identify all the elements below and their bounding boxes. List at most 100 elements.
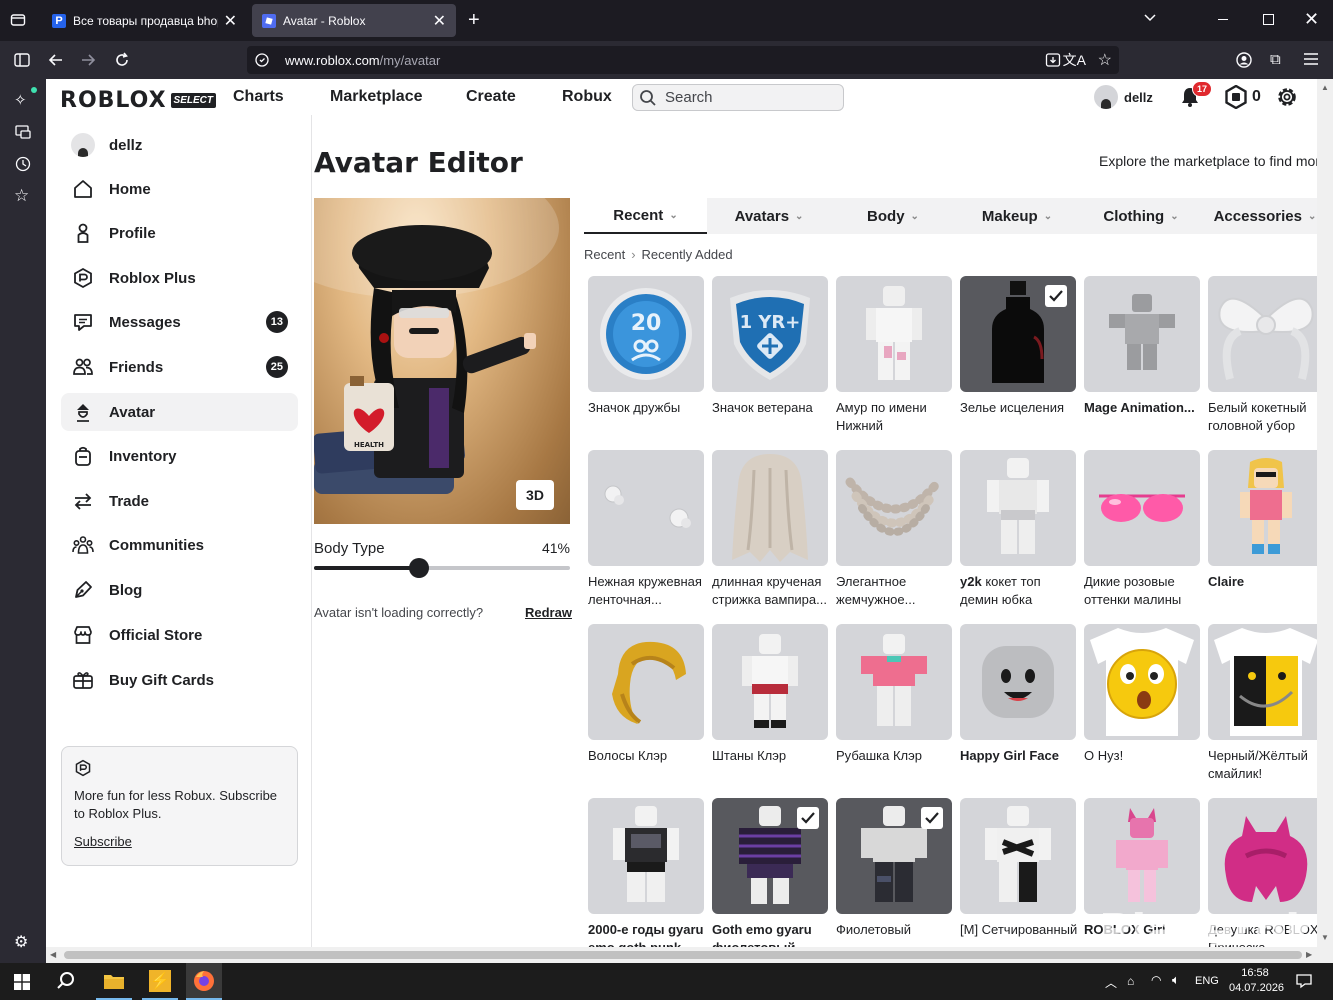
- item-card[interactable]: Амур по имени Нижний: [836, 276, 954, 435]
- equipped-checkmark-icon[interactable]: [921, 807, 943, 829]
- sidebar-item-messages[interactable]: Messages 13: [61, 303, 298, 341]
- firefox-icon[interactable]: [186, 963, 222, 1000]
- item-thumbnail[interactable]: [1208, 624, 1324, 740]
- avatar-preview[interactable]: HEALTH 3D: [314, 198, 570, 524]
- scroll-left-arrow-icon[interactable]: ◀: [50, 950, 56, 959]
- account-icon[interactable]: [1236, 52, 1252, 68]
- item-thumbnail[interactable]: [960, 276, 1076, 392]
- item-thumbnail[interactable]: [1084, 624, 1200, 740]
- redraw-link[interactable]: Redraw: [525, 605, 572, 620]
- sidebar-item-blog[interactable]: Blog: [61, 571, 298, 609]
- tab-body[interactable]: Body ⌄: [831, 198, 955, 234]
- robux-icon[interactable]: [1225, 85, 1247, 109]
- restore-icon[interactable]: [1263, 14, 1274, 25]
- scroll-down-arrow-icon[interactable]: ▼: [1321, 933, 1329, 942]
- sidebar-item-communities[interactable]: Communities: [61, 526, 298, 564]
- app-launcher-icon[interactable]: ⚡: [142, 963, 178, 1000]
- close-tab-icon[interactable]: ✕: [224, 11, 237, 31]
- item-thumbnail[interactable]: [836, 624, 952, 740]
- item-card[interactable]: Зелье исцеления: [960, 276, 1078, 435]
- breadcrumb-recent[interactable]: Recent: [584, 247, 625, 262]
- item-thumbnail[interactable]: [1208, 798, 1324, 914]
- scroll-thumb[interactable]: [64, 951, 1302, 959]
- item-card[interactable]: О Нуз!: [1084, 624, 1202, 783]
- item-thumbnail[interactable]: [712, 624, 828, 740]
- vertical-scrollbar[interactable]: ▲ ▼: [1317, 79, 1333, 947]
- sidebar-item-buy-gift-cards[interactable]: Buy Gift Cards: [61, 661, 298, 699]
- item-card[interactable]: Черный/Жёлтый смайлик!: [1208, 624, 1326, 783]
- 3d-view-button[interactable]: 3D: [516, 480, 554, 510]
- item-card[interactable]: 20 Значок дружбы: [588, 276, 706, 435]
- sidebar-toggle-icon[interactable]: [14, 53, 30, 67]
- search-icon[interactable]: [56, 971, 76, 991]
- item-card[interactable]: Волосы Клэр: [588, 624, 706, 783]
- item-thumbnail[interactable]: [836, 798, 952, 914]
- item-thumbnail[interactable]: [960, 798, 1076, 914]
- sidebar-item-official-store[interactable]: Official Store: [61, 616, 298, 654]
- history-icon[interactable]: [15, 156, 31, 172]
- reload-icon[interactable]: [114, 52, 130, 68]
- notification-center-icon[interactable]: [1296, 973, 1312, 989]
- user-menu[interactable]: dellz: [1094, 85, 1153, 109]
- sidebar-item-inventory[interactable]: Inventory: [61, 437, 298, 475]
- bookmark-star-icon[interactable]: ☆: [1098, 50, 1112, 70]
- bookmarks-icon[interactable]: ☆: [14, 186, 29, 206]
- menu-icon[interactable]: [1304, 53, 1318, 65]
- save-to-pocket-icon[interactable]: [1045, 52, 1061, 68]
- tab-avatars[interactable]: Avatars ⌄: [707, 198, 831, 234]
- item-card[interactable]: Рубашка Клэр: [836, 624, 954, 783]
- scroll-up-arrow-icon[interactable]: ▲: [1321, 83, 1329, 92]
- tab-makeup[interactable]: Makeup ⌄: [955, 198, 1079, 234]
- tab-accessories[interactable]: Accessories ⌄: [1203, 198, 1327, 234]
- translate-icon[interactable]: 文A: [1063, 50, 1086, 70]
- new-tab-icon[interactable]: +: [468, 9, 480, 32]
- item-card[interactable]: 1 YR+ Значок ветерана: [712, 276, 830, 435]
- item-thumbnail[interactable]: [588, 450, 704, 566]
- roblox-logo[interactable]: ROBLOX SELECT: [60, 88, 216, 113]
- customize-sidebar-gear-icon[interactable]: ⚙: [14, 932, 28, 952]
- nav-create[interactable]: Create: [466, 88, 516, 106]
- item-card[interactable]: Happy Girl Face: [960, 624, 1078, 783]
- item-card[interactable]: длинная крученая стрижка вампира...: [712, 450, 830, 609]
- item-card[interactable]: Фиолетовый: [836, 798, 954, 947]
- close-window-icon[interactable]: ✕: [1304, 9, 1319, 30]
- equipped-checkmark-icon[interactable]: [797, 807, 819, 829]
- item-thumbnail[interactable]: [1084, 798, 1200, 914]
- site-info-icon[interactable]: [255, 53, 269, 67]
- tray-overflow-chevron-icon[interactable]: ︿: [1105, 974, 1117, 991]
- item-thumbnail[interactable]: [1208, 450, 1324, 566]
- tab-list-icon[interactable]: [10, 12, 26, 28]
- item-card[interactable]: Штаны Клэр: [712, 624, 830, 783]
- scroll-right-arrow-icon[interactable]: ▶: [1306, 950, 1312, 959]
- settings-gear-icon[interactable]: [1275, 85, 1299, 109]
- nav-marketplace[interactable]: Marketplace: [330, 88, 423, 106]
- network-icon[interactable]: ⌂: [1127, 974, 1134, 988]
- body-type-slider[interactable]: [314, 558, 570, 578]
- browser-tab-1[interactable]: P Все товары продавца bhoppe ✕: [42, 4, 247, 37]
- minimize-icon[interactable]: [1218, 19, 1228, 20]
- item-card[interactable]: Элегантное жемчужное...: [836, 450, 954, 609]
- horizontal-scrollbar[interactable]: ◀ ▶: [46, 947, 1333, 963]
- search-input[interactable]: Search: [632, 84, 844, 111]
- nav-robux[interactable]: Robux: [562, 88, 612, 106]
- browser-tab-2[interactable]: Avatar - Roblox ✕: [252, 4, 456, 37]
- item-card[interactable]: Claire: [1208, 450, 1326, 609]
- language-indicator[interactable]: ENG: [1195, 975, 1219, 987]
- item-card[interactable]: Белый кокетный головной убор: [1208, 276, 1326, 435]
- item-thumbnail[interactable]: [1084, 450, 1200, 566]
- equipped-checkmark-icon[interactable]: [1045, 285, 1067, 307]
- sidebar-item-avatar[interactable]: Avatar: [61, 393, 298, 431]
- item-thumbnail[interactable]: [712, 798, 828, 914]
- item-thumbnail[interactable]: 1 YR+: [712, 276, 828, 392]
- sidebar-item-home[interactable]: Home: [61, 170, 298, 208]
- tab-clothing[interactable]: Clothing ⌄: [1079, 198, 1203, 234]
- volume-icon[interactable]: 🔈︎: [1172, 972, 1180, 988]
- item-thumbnail[interactable]: [960, 624, 1076, 740]
- slider-thumb[interactable]: [408, 558, 429, 578]
- item-card[interactable]: Нежная кружевная ленточная...: [588, 450, 706, 609]
- explore-marketplace-text[interactable]: Explore the marketplace to find more: [1099, 153, 1327, 169]
- tab-overflow-chevron-icon[interactable]: [1143, 13, 1157, 23]
- item-thumbnail[interactable]: [712, 450, 828, 566]
- item-card[interactable]: Goth emo gyaru фиолетовый: [712, 798, 830, 947]
- sidebar-item-user[interactable]: dellz: [61, 126, 298, 164]
